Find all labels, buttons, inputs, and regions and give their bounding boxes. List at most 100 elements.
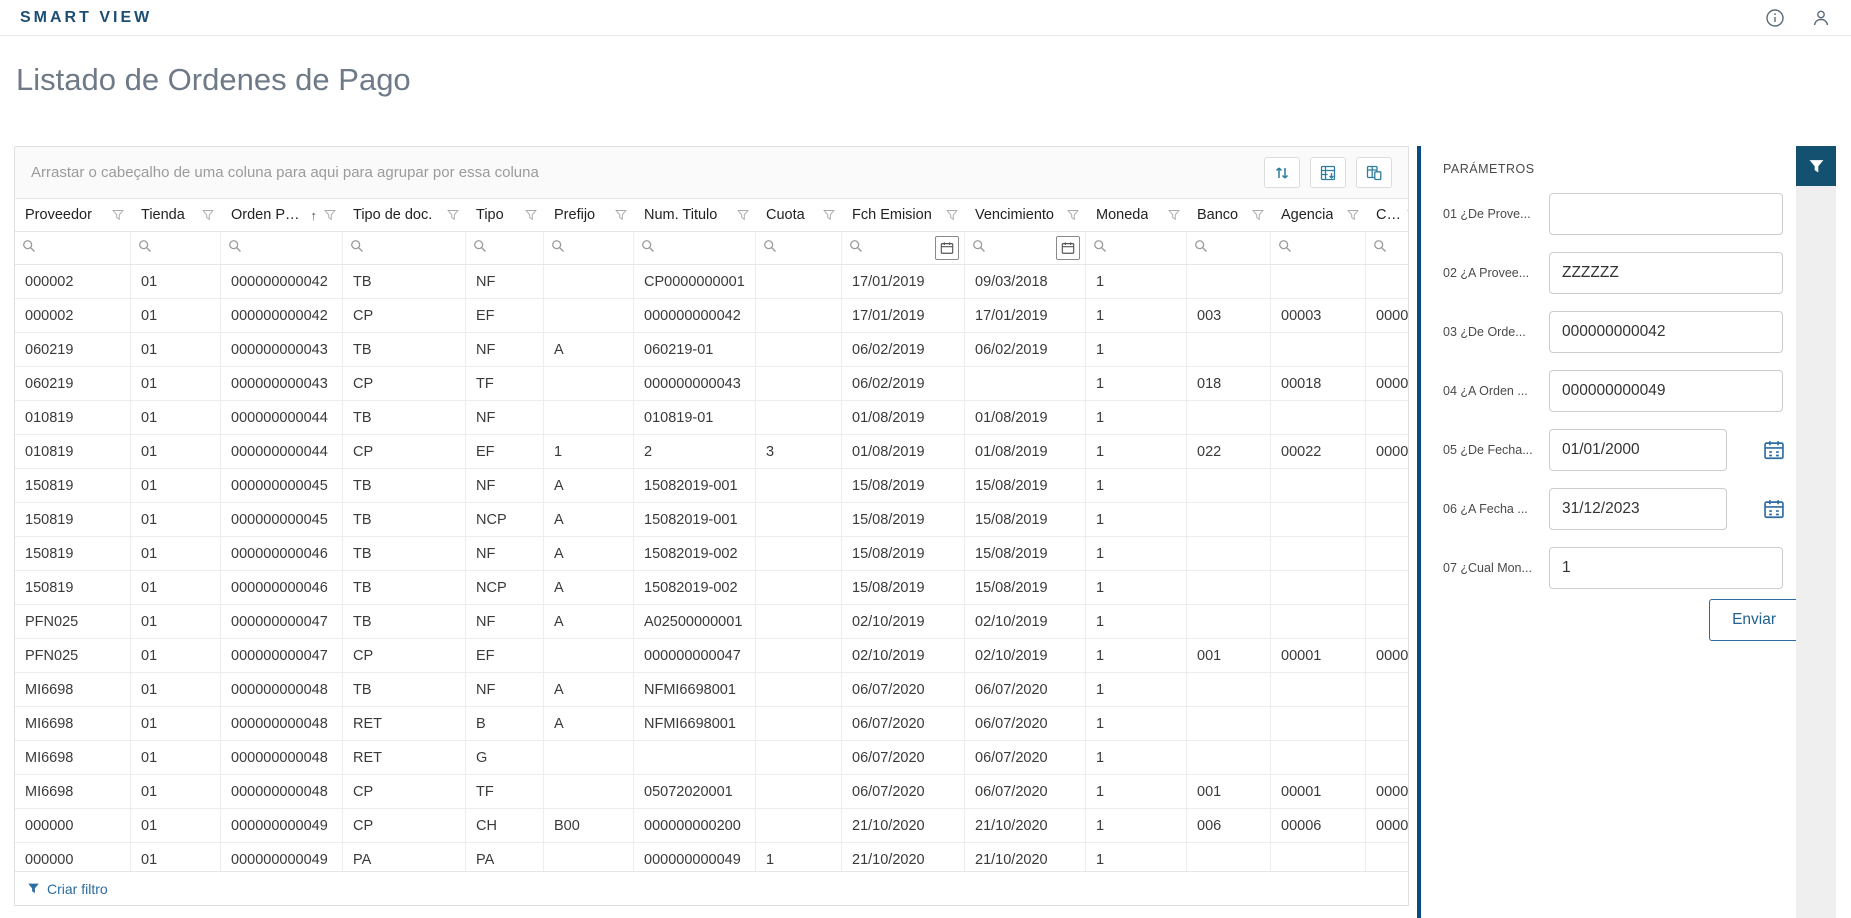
table-row[interactable]: MI6698 01 000000000048 RET G 06/07/2020 06/07/… (15, 741, 1408, 775)
table-row[interactable]: 150819 01 000000000045 TB NCP A 15082019-001 15… (15, 503, 1408, 537)
table-row[interactable]: 000000 01 000000000049 CP CH B00 000000000200 2… (15, 809, 1408, 843)
param-input-de-fecha[interactable] (1549, 429, 1727, 471)
table-row[interactable]: 000002 01 000000000042 CP EF 000000000042 17/0… (15, 299, 1408, 333)
table-row[interactable]: 000002 01 000000000042 TB NF CP0000000001 17/0… (15, 265, 1408, 299)
table-row[interactable]: MI6698 01 000000000048 TB NF A NFMI6698001 06/0… (15, 673, 1408, 707)
column-header-orden-pago[interactable]: Orden Pago ↑ (221, 199, 343, 231)
param-input-de-proveedor[interactable] (1549, 193, 1783, 235)
filter-input-tienda[interactable] (156, 240, 215, 256)
table-row[interactable]: 150819 01 000000000046 TB NF A 15082019-002 15/… (15, 537, 1408, 571)
column-header-banco[interactable]: Banco (1187, 199, 1271, 231)
filter-icon[interactable] (1407, 209, 1408, 221)
calendar-button-fch-emision[interactable] (935, 236, 959, 260)
table-row[interactable]: PFN025 01 000000000047 TB NF A A02500000001 02/… (15, 605, 1408, 639)
table-row[interactable]: 060219 01 000000000043 TB NF A 060219-01 06/02/… (15, 333, 1408, 367)
table-row[interactable]: 000000 01 000000000049 PA PA 000000000049 1 21/… (15, 843, 1408, 871)
param-input-de-orden[interactable] (1549, 311, 1783, 353)
cell-banco (1187, 537, 1271, 570)
column-header-prefijo[interactable]: Prefijo (544, 199, 634, 231)
filter-input-vencimiento[interactable] (990, 240, 1052, 256)
filter-input-num-titulo[interactable] (659, 240, 750, 256)
filter-icon[interactable] (823, 209, 835, 221)
column-header-tienda[interactable]: Tienda (131, 199, 221, 231)
column-header-num-titulo[interactable]: Num. Titulo (634, 199, 756, 231)
column-label: Prefijo (554, 207, 596, 223)
param-input-a-proveedor[interactable] (1549, 252, 1783, 294)
cell-agencia: 00001 (1271, 639, 1366, 672)
export-excel-button[interactable] (1310, 157, 1346, 188)
filter-input-proveedor[interactable] (40, 240, 125, 256)
calendar-button-vencimiento[interactable] (1056, 236, 1080, 260)
filter-input-agencia[interactable] (1296, 240, 1360, 256)
cell-tienda: 01 (131, 707, 221, 740)
calendar-button-a-fecha[interactable] (1763, 498, 1785, 520)
table-row[interactable]: PFN025 01 000000000047 CP EF 000000000047 02/1… (15, 639, 1408, 673)
filter-input-orden-pago[interactable] (246, 240, 337, 256)
param-input-a-orden[interactable] (1549, 370, 1783, 412)
cell-tipo-doc: TB (343, 265, 466, 298)
cell-tienda: 01 (131, 503, 221, 536)
filter-icon[interactable] (946, 209, 958, 221)
cell-agencia (1271, 741, 1366, 774)
app-logo[interactable]: SMART VIEW (20, 9, 152, 27)
calendar-button-de-fecha[interactable] (1763, 439, 1785, 461)
cell-tienda: 01 (131, 605, 221, 638)
column-header-cuota[interactable]: Cuota (756, 199, 842, 231)
search-icon (1278, 239, 1292, 258)
filter-input-banco[interactable] (1212, 240, 1265, 256)
table-row[interactable]: MI6698 01 000000000048 RET B A NFMI6698001 06/0… (15, 707, 1408, 741)
column-header-moneda[interactable]: Moneda (1086, 199, 1187, 231)
param-input-cual-moneda[interactable] (1549, 547, 1783, 589)
filter-input-tipo-doc[interactable] (368, 240, 460, 256)
filter-icon[interactable] (112, 209, 124, 221)
column-header-fch-emision[interactable]: Fch Emision (842, 199, 965, 231)
filter-icon[interactable] (615, 209, 627, 221)
filter-input-cuenta[interactable] (1391, 240, 1408, 256)
filter-icon[interactable] (447, 209, 459, 221)
column-header-tipo-doc[interactable]: Tipo de doc. (343, 199, 466, 231)
table-row[interactable]: 010819 01 000000000044 TB NF 010819-01 01/08/2… (15, 401, 1408, 435)
cell-orden-pago: 000000000048 (221, 707, 343, 740)
filter-icon[interactable] (1252, 209, 1264, 221)
column-chooser-button[interactable] (1356, 157, 1392, 188)
user-icon[interactable] (1811, 8, 1831, 28)
column-header-agencia[interactable]: Agencia (1271, 199, 1366, 231)
expand-rows-button[interactable] (1264, 157, 1300, 188)
table-row[interactable]: 060219 01 000000000043 CP TF 000000000043 06/0… (15, 367, 1408, 401)
filter-icon[interactable] (737, 209, 749, 221)
cell-cuenta (1366, 571, 1408, 604)
column-label: Orden Pago (231, 207, 306, 223)
table-row[interactable]: 010819 01 000000000044 CP EF 1 2 3 01/08/2019 01/… (15, 435, 1408, 469)
param-input-a-fecha[interactable] (1549, 488, 1727, 530)
filter-icon[interactable] (202, 209, 214, 221)
filter-panel-toggle-button[interactable] (1796, 146, 1836, 186)
filter-input-cuota[interactable] (781, 240, 836, 256)
collapsed-side-panel[interactable] (1796, 186, 1836, 918)
filter-input-fch-emision[interactable] (867, 240, 931, 256)
filter-icon[interactable] (525, 209, 537, 221)
filter-input-moneda[interactable] (1111, 240, 1181, 256)
table-row[interactable]: 150819 01 000000000046 TB NCP A 15082019-002 15… (15, 571, 1408, 605)
create-filter-link[interactable]: Criar filtro (27, 881, 108, 897)
column-header-tipo[interactable]: Tipo (466, 199, 544, 231)
cell-tipo: NF (466, 401, 544, 434)
info-icon[interactable] (1765, 8, 1785, 28)
table-row[interactable]: 150819 01 000000000045 TB NF A 15082019-001 15/… (15, 469, 1408, 503)
column-header-vencimiento[interactable]: Vencimiento (965, 199, 1086, 231)
submit-button[interactable]: Enviar (1709, 599, 1799, 641)
filter-icon[interactable] (1347, 209, 1359, 221)
search-icon (972, 239, 986, 258)
filter-input-tipo[interactable] (491, 240, 538, 256)
group-panel[interactable]: Arrastar o cabeçalho de uma coluna para … (15, 147, 1408, 199)
filter-icon[interactable] (1067, 209, 1079, 221)
column-header-proveedor[interactable]: Proveedor (15, 199, 131, 231)
filter-input-prefijo[interactable] (569, 240, 628, 256)
filter-icon[interactable] (324, 209, 336, 221)
cell-tipo: NF (466, 333, 544, 366)
filter-icon[interactable] (1168, 209, 1180, 221)
cell-tienda: 01 (131, 809, 221, 842)
param-field-a-fecha: 06 ¿A Fecha ... (1443, 488, 1785, 530)
cell-cuota (756, 333, 842, 366)
column-header-cuenta[interactable]: Cuenta (1366, 199, 1408, 231)
table-row[interactable]: MI6698 01 000000000048 CP TF 05072020001 06/07… (15, 775, 1408, 809)
